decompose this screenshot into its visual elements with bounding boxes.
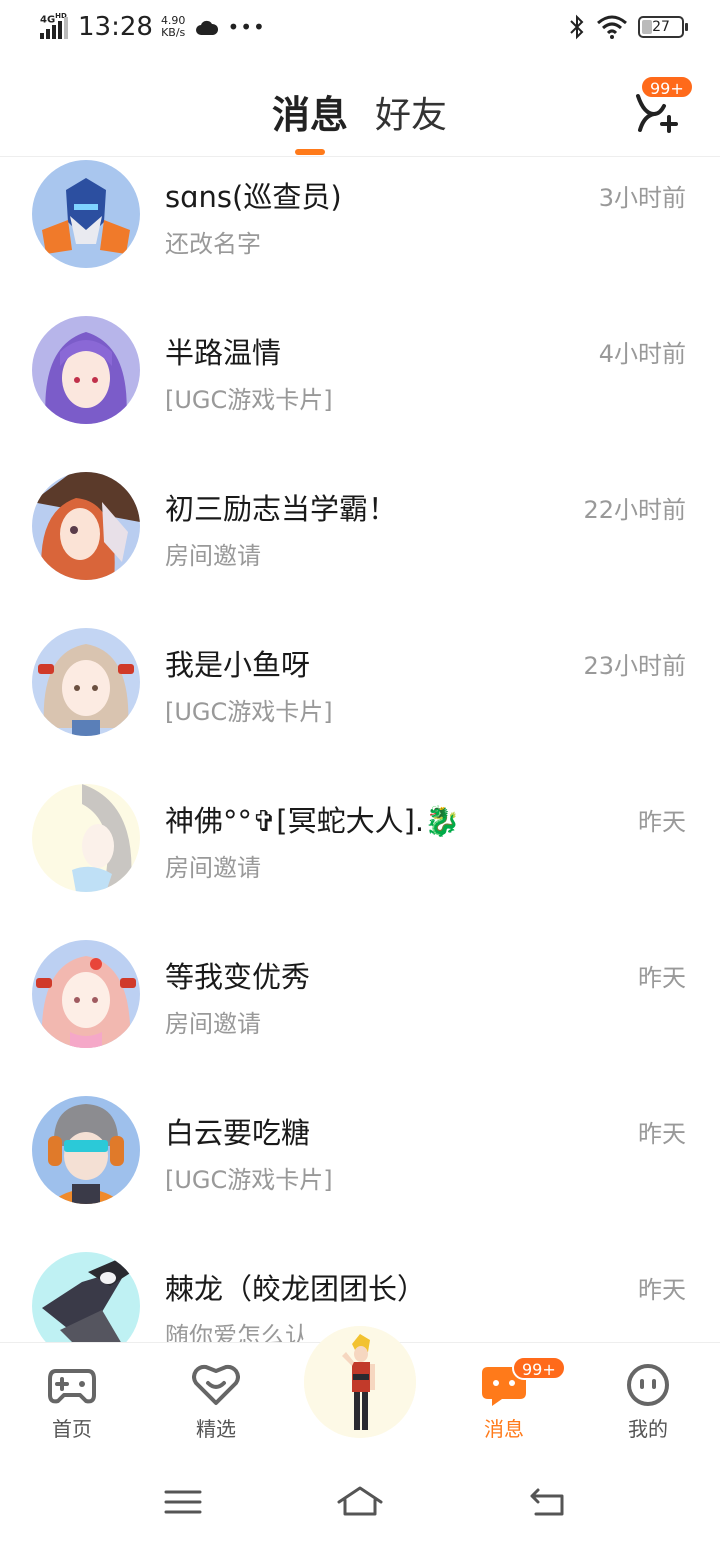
wifi-icon (597, 15, 627, 39)
status-bar: 4GHD 13:28 4.90 KB/s ••• 27 (0, 0, 720, 60)
conversation-preview: [UGC游戏卡片] (165, 386, 333, 414)
conversation-row[interactable]: 我是小鱼呀 [UGC游戏卡片] 23小时前 (0, 626, 720, 782)
nav-featured[interactable]: 精选 (166, 1343, 266, 1459)
more-notifications-icon: ••• (227, 15, 266, 39)
conversation-time: 昨天 (638, 964, 686, 992)
gamepad-icon (48, 1369, 96, 1404)
conversation-time: 22小时前 (583, 496, 686, 524)
conversation-preview: [UGC游戏卡片] (165, 698, 333, 726)
conversation-row[interactable]: 白云要吃糖 [UGC游戏卡片] 昨天 (0, 1094, 720, 1250)
back-icon[interactable] (522, 1482, 572, 1522)
top-header: 消息 好友 99+ (0, 60, 720, 157)
menu-icon[interactable] (158, 1482, 208, 1522)
conversation-name: 神佛°°✞[冥蛇大人].🐉 (165, 804, 461, 838)
conversation-preview: [UGC游戏卡片] (165, 1166, 333, 1194)
conversation-time: 昨天 (638, 1120, 686, 1148)
bluetooth-icon (570, 14, 584, 40)
conversation-name: sɑns(巡查员) (165, 180, 342, 214)
conversation-preview: 房间邀请 (165, 1010, 261, 1038)
conversation-name: 等我变优秀 (165, 960, 311, 994)
home-icon[interactable] (335, 1482, 385, 1522)
friend-request-badge: 99+ (640, 75, 694, 99)
avatar[interactable] (32, 940, 140, 1048)
avatar[interactable] (32, 784, 140, 892)
conversation-name: 初三励志当学霸！ (165, 492, 398, 526)
conversation-name: 半路温情 (165, 336, 282, 370)
conversation-row[interactable]: 半路温情 [UGC游戏卡片] 4小时前 (0, 314, 720, 470)
nav-home[interactable]: 首页 (22, 1343, 122, 1459)
clock: 13:28 (78, 12, 153, 42)
conversation-name: 我是小鱼呀 (165, 648, 311, 682)
heart-gem-icon (192, 1364, 240, 1405)
avatar[interactable] (32, 160, 140, 268)
avatar[interactable] (32, 1096, 140, 1204)
conversation-time: 4小时前 (598, 340, 686, 368)
conversation-name: 棘龙（皎龙团团长） (165, 1272, 427, 1306)
conversation-preview: 房间邀请 (165, 542, 261, 570)
messages-badge: 99+ (512, 1356, 566, 1380)
smiley-face-icon (627, 1364, 669, 1406)
conversation-list[interactable]: sɑns(巡查员) 还改名字 3小时前 半路温情 [UGC游戏卡片] 4小时前 (0, 158, 720, 1342)
tab-messages[interactable]: 消息 (272, 84, 348, 139)
tab-friends[interactable]: 好友 (375, 86, 447, 138)
nav-home-label: 首页 (52, 1417, 92, 1441)
active-tab-indicator (295, 149, 325, 155)
avatar[interactable] (32, 316, 140, 424)
nav-messages-label: 消息 (484, 1417, 524, 1441)
avatar[interactable] (32, 1252, 140, 1342)
conversation-preview: 房间邀请 (165, 854, 261, 882)
nav-featured-label: 精选 (196, 1417, 236, 1441)
avatar[interactable] (32, 472, 140, 580)
conversation-time: 23小时前 (583, 652, 686, 680)
conversation-row[interactable]: sɑns(巡查员) 还改名字 3小时前 (0, 158, 720, 314)
nav-me[interactable]: 我的 (598, 1343, 698, 1459)
conversation-preview: 随你爱怎么认 (165, 1322, 309, 1342)
conversation-time: 昨天 (638, 1276, 686, 1304)
conversation-row[interactable]: 神佛°°✞[冥蛇大人].🐉 房间邀请 昨天 (0, 782, 720, 938)
conversation-time: 3小时前 (598, 184, 686, 212)
cloud-icon (196, 20, 219, 35)
avatar[interactable] (32, 628, 140, 736)
network-speed: 4.90 KB/s (160, 14, 186, 39)
nav-me-label: 我的 (628, 1417, 668, 1441)
conversation-preview: 还改名字 (165, 230, 261, 258)
system-nav-bar (0, 1458, 720, 1544)
conversation-row[interactable]: 初三励志当学霸！ 房间邀请 22小时前 (0, 470, 720, 626)
battery-icon: 27 (638, 16, 688, 38)
center-character-avatar[interactable] (304, 1326, 416, 1438)
cellular-signal-icon: 4GHD (38, 12, 72, 42)
conversation-row[interactable]: 等我变优秀 房间邀请 昨天 (0, 938, 720, 1094)
conversation-time: 昨天 (638, 808, 686, 836)
conversation-name: 白云要吃糖 (165, 1116, 311, 1150)
